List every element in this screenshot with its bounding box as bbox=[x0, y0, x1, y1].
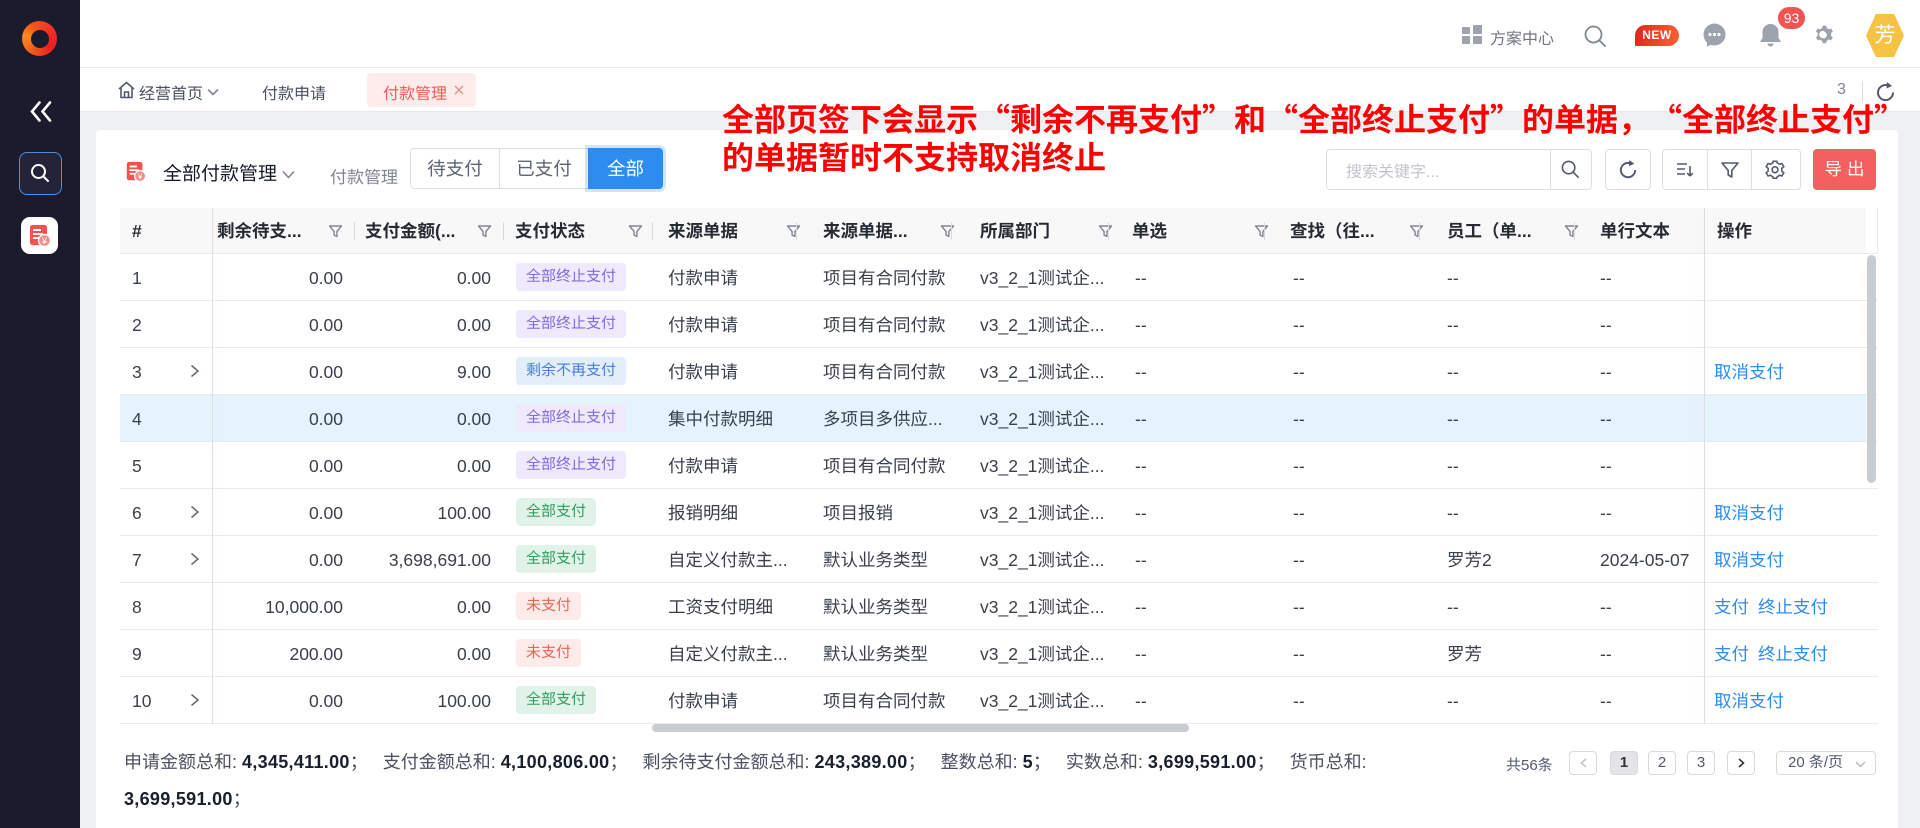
svg-text:¥: ¥ bbox=[41, 236, 48, 246]
svg-text:¥: ¥ bbox=[137, 172, 143, 181]
